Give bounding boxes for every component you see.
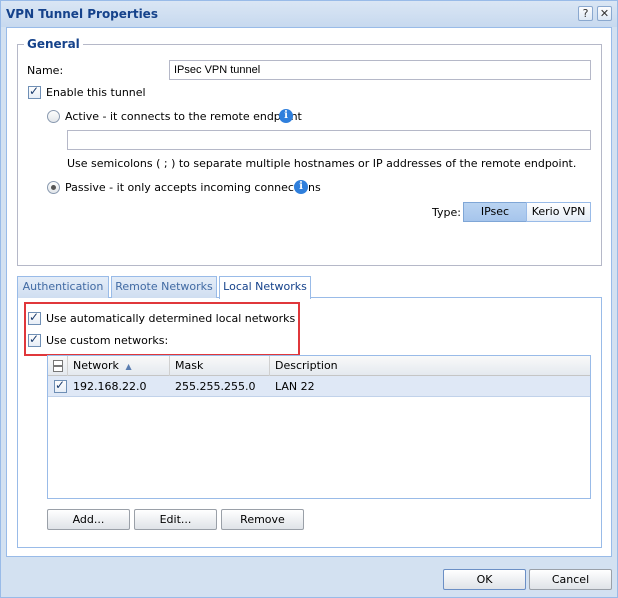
custom-networks-grid: Network ▲ Mask Description 192.168.22.0 … — [47, 355, 591, 499]
type-kerio-vpn-button[interactable]: Kerio VPN — [526, 202, 591, 222]
remote-endpoint-input[interactable] — [67, 130, 591, 150]
name-input[interactable] — [169, 60, 591, 80]
name-label: Name: — [27, 64, 64, 77]
active-radio[interactable] — [47, 110, 60, 123]
custom-networks-label: Use custom networks: — [46, 334, 169, 347]
enable-tunnel-checkbox[interactable] — [28, 84, 41, 99]
type-ipsec-button[interactable]: IPsec — [463, 202, 527, 222]
active-radio-label: Active - it connects to the remote endpo… — [65, 110, 302, 123]
general-legend: General — [24, 37, 83, 51]
table-row[interactable]: 192.168.22.0 255.255.255.0 LAN 22 — [48, 376, 590, 397]
vpn-tunnel-properties-dialog: VPN Tunnel Properties ? ✕ General Name: … — [0, 0, 618, 598]
highlight-box — [24, 302, 300, 356]
type-label: Type: — [432, 206, 461, 219]
column-mask[interactable]: Mask — [170, 356, 270, 376]
enable-tunnel-label: Enable this tunnel — [46, 86, 146, 99]
select-all-column-icon[interactable] — [48, 356, 68, 376]
dialog-footer: OK Cancel — [1, 557, 617, 597]
remove-network-button[interactable]: Remove — [221, 509, 304, 530]
ok-button[interactable]: OK — [443, 569, 526, 590]
custom-networks-checkbox[interactable] — [28, 332, 41, 347]
dialog-body: General Name: Enable this tunnel Active … — [6, 27, 612, 557]
tab-local-networks[interactable]: Local Networks — [219, 276, 311, 299]
help-button[interactable]: ? — [578, 6, 593, 21]
sort-ascending-icon: ▲ — [125, 362, 132, 371]
column-description[interactable]: Description — [270, 356, 590, 376]
cancel-button[interactable]: Cancel — [529, 569, 612, 590]
active-info-icon[interactable]: i — [279, 109, 293, 123]
row-description-cell: LAN 22 — [275, 380, 315, 393]
row-mask-cell: 255.255.255.0 — [175, 380, 256, 393]
column-network-label: Network — [73, 359, 119, 372]
passive-radio-label: Passive - it only accepts incoming conne… — [65, 181, 321, 194]
auto-networks-checkbox[interactable] — [28, 310, 41, 325]
dialog-title: VPN Tunnel Properties — [6, 7, 158, 21]
tab-strip: Authentication Remote Networks Local Net… — [17, 276, 602, 299]
close-button[interactable]: ✕ — [597, 6, 612, 21]
add-network-button[interactable]: Add... — [47, 509, 130, 530]
edit-network-button[interactable]: Edit... — [134, 509, 217, 530]
row-network-cell: 192.168.22.0 — [73, 380, 147, 393]
tab-authentication[interactable]: Authentication — [17, 276, 109, 298]
grid-header: Network ▲ Mask Description — [48, 356, 590, 376]
row-enabled-checkbox[interactable] — [54, 378, 67, 393]
endpoint-hint: Use semicolons ( ; ) to separate multipl… — [67, 157, 577, 170]
auto-networks-label: Use automatically determined local netwo… — [46, 312, 296, 325]
passive-info-icon[interactable]: i — [294, 180, 308, 194]
tab-remote-networks[interactable]: Remote Networks — [111, 276, 217, 298]
title-bar[interactable]: VPN Tunnel Properties ? ✕ — [1, 1, 617, 27]
column-network[interactable]: Network ▲ — [68, 356, 170, 376]
passive-radio[interactable] — [47, 181, 60, 194]
